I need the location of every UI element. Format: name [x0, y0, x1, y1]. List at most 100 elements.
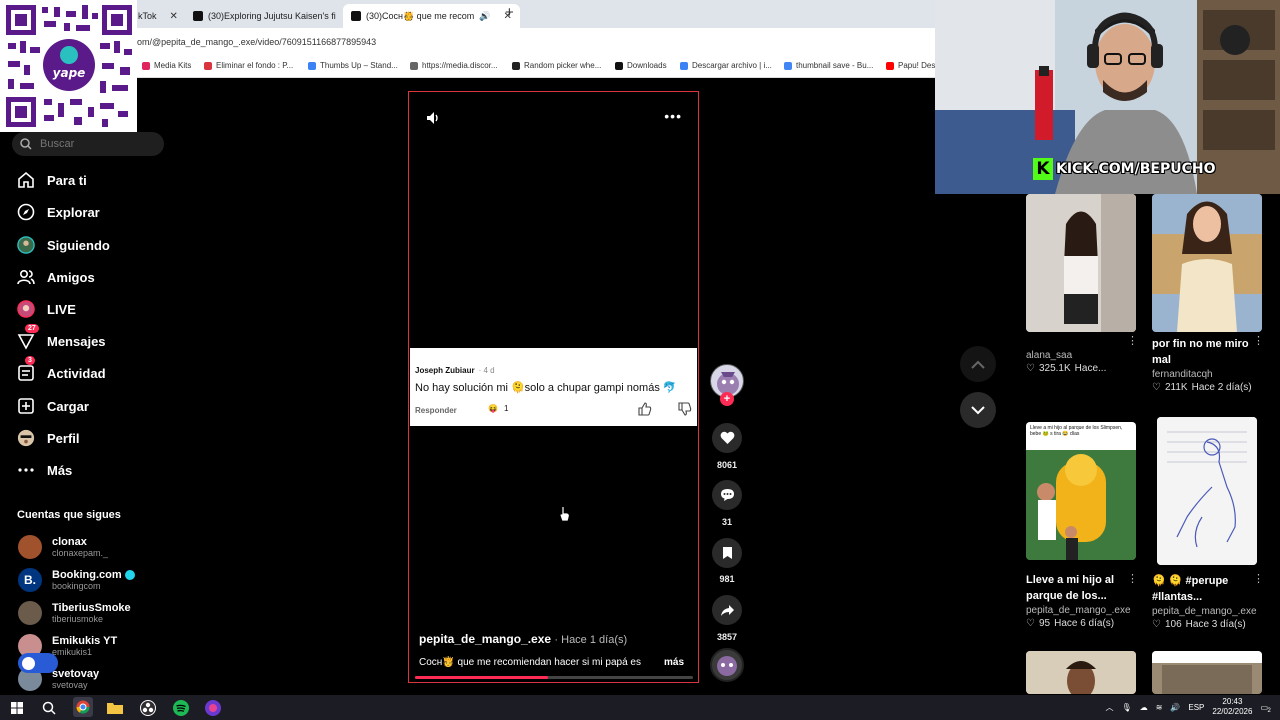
- reply-button[interactable]: Responder: [415, 406, 457, 415]
- following-avatar-icon: [17, 236, 35, 254]
- following-account[interactable]: B. Booking.com bookingcom: [18, 566, 135, 594]
- input-language[interactable]: ESP: [1188, 703, 1204, 712]
- clock[interactable]: 20:43 22/02/2026: [1212, 697, 1252, 717]
- nav-item-amigos[interactable]: Amigos: [17, 264, 95, 290]
- card-options-icon[interactable]: ⋮: [1253, 572, 1264, 585]
- like-button[interactable]: [712, 423, 742, 453]
- nav-item-actividad[interactable]: 3 Actividad: [17, 356, 106, 386]
- card-options-icon[interactable]: ⋮: [1253, 334, 1264, 347]
- comment-author[interactable]: Joseph Zubiaur: [415, 366, 475, 375]
- card-title[interactable]: por fin no me miro mal: [1152, 336, 1264, 368]
- bookmark-item[interactable]: Media Kits: [142, 61, 191, 70]
- nav-item-explorar[interactable]: Explorar: [17, 199, 100, 225]
- following-account[interactable]: TiberiusSmoke tiberiusmoke: [18, 599, 131, 627]
- video-card[interactable]: ⋮ alana_saa ♡ 325.1K Hace...: [1026, 194, 1138, 374]
- comment-time: · 4 d: [478, 366, 495, 375]
- comment-text: No hay solución mi 🫠solo a chupar gampi …: [415, 382, 677, 394]
- card-likes: 106: [1164, 619, 1182, 630]
- chrome-icon[interactable]: [73, 697, 93, 717]
- laughing-emoji-icon: 😝: [488, 404, 498, 413]
- bookmark-icon: [512, 61, 520, 70]
- chevron-up-icon: [971, 360, 985, 369]
- file-explorer-icon[interactable]: [106, 699, 123, 716]
- browser-tab-active[interactable]: (30)Cocн🫅 que me recom 🔊 ✕: [343, 4, 520, 28]
- share-button[interactable]: [712, 595, 742, 625]
- bookmark-icon: [615, 61, 623, 70]
- speaker-icon[interactable]: 🔊: [1170, 703, 1180, 712]
- thumbnail-caption: Lleve a mi hijo al parque de los Slimpse…: [1030, 425, 1123, 437]
- address-bar[interactable]: om/@pepita_de_mango_.exe/video/760915116…: [0, 28, 940, 56]
- audio-playing-icon[interactable]: 🔊: [479, 11, 490, 22]
- wifi-icon[interactable]: ≋: [1156, 703, 1163, 712]
- nav-item-siguiendo[interactable]: Siguiendo: [17, 232, 110, 258]
- url-text[interactable]: om/@pepita_de_mango_.exe/video/760915116…: [137, 37, 376, 47]
- video-card[interactable]: [1026, 651, 1138, 694]
- thumbs-down-icon[interactable]: [678, 402, 692, 416]
- card-options-icon[interactable]: ⋮: [1127, 334, 1138, 347]
- floating-player-toggle[interactable]: [18, 653, 58, 673]
- video-player[interactable]: ••• Joseph Zubiaur · 4 d No hay solución …: [408, 91, 699, 683]
- card-author[interactable]: alana_saa: [1026, 350, 1138, 361]
- card-options-icon[interactable]: ⋮: [1127, 572, 1138, 585]
- browser-tab[interactable]: (30)Exploring Jujutsu Kaisen's fi ✕: [185, 4, 365, 28]
- app-icon[interactable]: [204, 699, 221, 716]
- video-card[interactable]: ⋮ 🫠 🫠 #perupe #llantas... pepita_de_mang…: [1152, 417, 1264, 630]
- next-video-button[interactable]: [960, 392, 996, 428]
- save-button[interactable]: [712, 538, 742, 568]
- card-title[interactable]: 🫠 🫠 #perupe #llantas...: [1152, 573, 1264, 605]
- video-thumbnail[interactable]: [1157, 417, 1257, 565]
- nav-item-perfil[interactable]: Perfil: [17, 425, 80, 451]
- bookmark-item[interactable]: Papu! Des: [886, 61, 935, 70]
- bookmark-item[interactable]: https://media.discor...: [410, 61, 498, 70]
- follow-plus-button[interactable]: +: [720, 392, 734, 406]
- nav-item-live[interactable]: LIVE: [17, 296, 76, 322]
- card-author[interactable]: pepita_de_mango_.exe: [1026, 605, 1138, 616]
- search-box[interactable]: [12, 132, 164, 156]
- taskbar-search-icon[interactable]: [40, 699, 57, 716]
- bookmark-item[interactable]: Eliminar el fondo : P...: [204, 61, 293, 70]
- video-thumbnail[interactable]: [1152, 194, 1262, 332]
- bookmark-item[interactable]: thumbnail save - Bu...: [784, 61, 873, 70]
- browser-tab[interactable]: kTok ✕: [130, 4, 186, 28]
- nav-item-mas[interactable]: Más: [17, 457, 72, 483]
- video-card[interactable]: Lleve a mi hijo al parque de los Slimpse…: [1026, 422, 1138, 629]
- description-more-link[interactable]: más: [664, 657, 684, 668]
- close-tab-icon[interactable]: ✕: [170, 11, 178, 22]
- video-options-icon[interactable]: •••: [664, 108, 682, 124]
- video-card[interactable]: [1152, 651, 1264, 694]
- bookmark-item[interactable]: Thumbs Up – Stand...: [308, 61, 398, 70]
- network-icon[interactable]: ☁: [1140, 703, 1148, 712]
- video-card[interactable]: ⋮ por fin no me miro mal fernanditacqh ♡…: [1152, 194, 1264, 393]
- video-thumbnail[interactable]: [1026, 651, 1136, 694]
- video-thumbnail[interactable]: Lleve a mi hijo al parque de los Slimpse…: [1026, 422, 1136, 560]
- sound-disc[interactable]: [710, 648, 744, 682]
- windows-start-icon[interactable]: [8, 699, 25, 716]
- notification-center-icon[interactable]: ▭ 2: [1260, 703, 1270, 714]
- microphone-icon[interactable]: 🎙: [1122, 703, 1132, 712]
- video-thumbnail[interactable]: [1152, 651, 1262, 694]
- spotify-icon[interactable]: [172, 699, 189, 716]
- obs-icon[interactable]: [139, 699, 156, 716]
- previous-video-button[interactable]: [960, 346, 996, 382]
- bookmark-item[interactable]: Random picker whe...: [512, 61, 601, 70]
- bookmark-item[interactable]: Downloads: [615, 61, 667, 70]
- new-tab-button[interactable]: +: [505, 4, 514, 21]
- thumbs-up-icon[interactable]: [638, 402, 652, 416]
- volume-icon[interactable]: [425, 110, 441, 126]
- card-title[interactable]: Lleve a mi hijo al parque de los...: [1026, 572, 1138, 604]
- nav-item-para-ti[interactable]: Para ti: [17, 167, 87, 193]
- svg-text:yape: yape: [53, 66, 86, 80]
- following-account[interactable]: clonax clonaxepam._: [18, 533, 108, 561]
- bookmark-item[interactable]: Descargar archivo | i...: [680, 61, 772, 70]
- card-author[interactable]: pepita_de_mango_.exe: [1152, 606, 1264, 617]
- nav-item-cargar[interactable]: Cargar: [17, 393, 89, 419]
- video-progress-bar[interactable]: [415, 676, 693, 679]
- card-author[interactable]: fernanditacqh: [1152, 369, 1264, 380]
- tray-overflow-icon[interactable]: ︿: [1106, 702, 1114, 713]
- video-thumbnail[interactable]: [1026, 194, 1136, 332]
- comment-button[interactable]: [712, 480, 742, 510]
- pinned-comment-card: Joseph Zubiaur · 4 d No hay solución mi 🫠…: [410, 348, 697, 426]
- nav-item-mensajes[interactable]: 27 Mensajes: [17, 324, 106, 354]
- search-input[interactable]: [40, 138, 150, 150]
- video-author[interactable]: pepita_de_mango_.exe: [419, 632, 551, 646]
